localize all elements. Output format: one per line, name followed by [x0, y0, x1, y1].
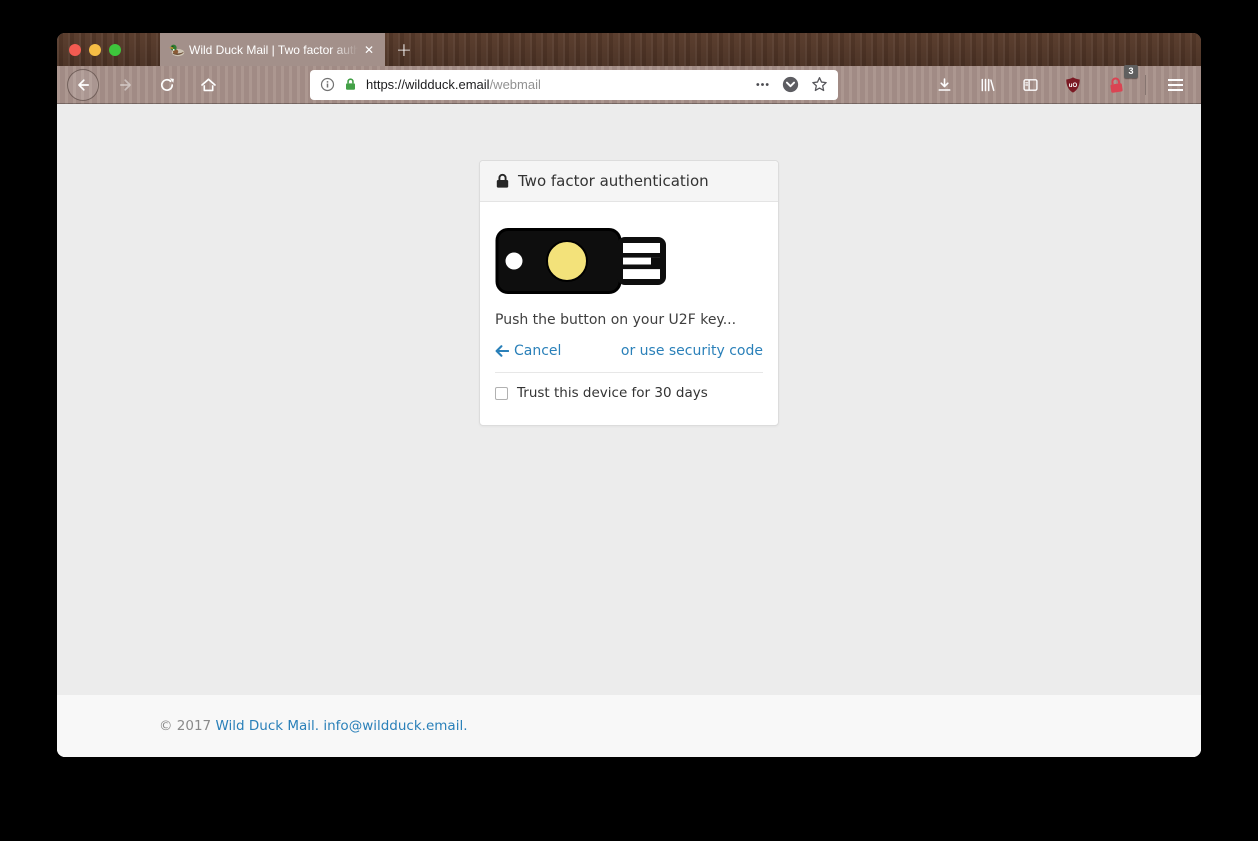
forward-icon	[118, 77, 134, 93]
duck-favicon-icon	[169, 42, 185, 58]
page-footer: © 2017 Wild Duck Mail. info@wildduck.ema…	[57, 695, 1201, 757]
links-row: Cancel or use security code	[495, 343, 763, 359]
urlbar-actions	[755, 76, 828, 93]
minimize-window-button[interactable]	[89, 44, 101, 56]
email-link[interactable]: info@wildduck.email.	[323, 718, 467, 734]
cancel-label: Cancel	[514, 343, 561, 359]
url-path: /webmail	[490, 77, 541, 92]
navigation-toolbar: https://wildduck.email/webmail	[57, 66, 1201, 104]
nav-buttons	[67, 69, 222, 101]
card-title: Two factor authentication	[518, 172, 709, 190]
trust-device-checkbox[interactable]	[495, 387, 508, 400]
menu-button[interactable]	[1161, 71, 1189, 99]
tab-close-icon[interactable]: ✕	[362, 42, 376, 58]
copyright-text: © 2017	[159, 718, 211, 734]
home-icon	[200, 77, 217, 93]
extension-badge: 3	[1124, 65, 1138, 78]
divider	[495, 372, 763, 373]
use-security-code-link[interactable]: or use security code	[621, 343, 763, 359]
trust-device-label: Trust this device for 30 days	[517, 385, 708, 401]
bookmark-star-icon[interactable]	[811, 76, 828, 93]
address-bar[interactable]: https://wildduck.email/webmail	[310, 70, 838, 100]
extension-lock-button[interactable]: 3	[1102, 71, 1130, 99]
toolbar-separator	[1145, 75, 1146, 95]
forward-button[interactable]	[112, 71, 140, 99]
close-window-button[interactable]	[69, 44, 81, 56]
downloads-button[interactable]	[930, 71, 958, 99]
url-host: https://wildduck.email	[366, 77, 490, 92]
toolbar-right-buttons: uO 3	[930, 71, 1189, 99]
arrow-left-icon	[495, 345, 509, 357]
back-button[interactable]	[67, 69, 99, 101]
ublock-origin-button[interactable]: uO	[1059, 71, 1087, 99]
browser-tab[interactable]: Wild Duck Mail | Two factor auth ✕	[160, 33, 385, 66]
library-button[interactable]	[973, 71, 1001, 99]
reload-button[interactable]	[153, 71, 181, 99]
page-actions-icon[interactable]	[755, 77, 770, 92]
back-icon	[75, 77, 91, 93]
traffic-lights	[69, 33, 121, 66]
cancel-link[interactable]: Cancel	[495, 343, 561, 359]
footer-text: © 2017 Wild Duck Mail. info@wildduck.ema…	[144, 695, 1114, 734]
new-tab-button[interactable]: +	[389, 33, 419, 66]
brand-link[interactable]: Wild Duck Mail.	[215, 718, 319, 734]
two-factor-card: Two factor authentication Push the butto…	[479, 160, 779, 426]
trust-device-row: Trust this device for 30 days	[495, 385, 763, 401]
zoom-window-button[interactable]	[109, 44, 121, 56]
sidebar-toggle-button[interactable]	[1016, 71, 1044, 99]
card-body: Push the button on your U2F key... Cance…	[480, 202, 778, 425]
titlebar: Wild Duck Mail | Two factor auth ✕ +	[57, 33, 1201, 66]
main-area: Two factor authentication Push the butto…	[57, 104, 1201, 695]
page-info-icon[interactable]	[320, 77, 335, 92]
home-button[interactable]	[194, 71, 222, 99]
page-content: Two factor authentication Push the butto…	[57, 104, 1201, 757]
lock-icon	[495, 173, 510, 189]
svg-text:uO: uO	[1069, 83, 1078, 89]
status-text: Push the button on your U2F key...	[495, 312, 763, 328]
pocket-icon[interactable]	[782, 76, 799, 93]
hamburger-icon	[1168, 79, 1183, 91]
reload-icon	[159, 77, 175, 93]
browser-window: Wild Duck Mail | Two factor auth ✕ +	[57, 33, 1201, 757]
card-header: Two factor authentication	[480, 161, 778, 202]
tab-title: Wild Duck Mail | Two factor auth	[189, 43, 358, 57]
https-lock-icon[interactable]	[343, 77, 358, 92]
u2f-key-image	[495, 226, 668, 296]
url-text[interactable]: https://wildduck.email/webmail	[366, 77, 747, 92]
